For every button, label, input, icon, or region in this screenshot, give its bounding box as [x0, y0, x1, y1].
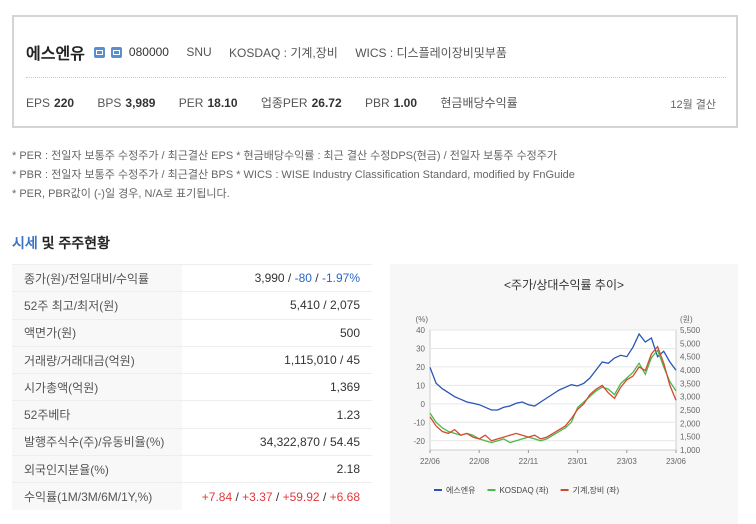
y-left-tick-label: -10 [413, 418, 425, 427]
row-label: 종가(원)/전일대비/수익률 [12, 263, 182, 292]
x-tick-label: 23/06 [666, 457, 687, 466]
return-1m: +7.84 [201, 489, 233, 504]
y-right-tick-label: 4,000 [680, 366, 701, 375]
company-eng: SNU [186, 45, 212, 59]
legend-label: 에스엔유 [446, 485, 475, 495]
row-label: 외국인지분율(%) [12, 455, 182, 483]
table-row: 시가총액(억원) 1,369 [12, 373, 372, 401]
row-value: 5,410 / 2,075 [182, 291, 372, 320]
table-row: 액면가(원) 500 [12, 318, 372, 347]
company-header-box [12, 15, 738, 128]
home-icon[interactable] [110, 46, 122, 58]
close-price: 3,990 [254, 271, 285, 286]
table-row: 52주베타 1.23 [12, 400, 372, 429]
y-right-tick-label: 1,000 [680, 446, 701, 455]
y-left-tick-label: -20 [413, 437, 425, 446]
y-left-tick-label: 20 [416, 363, 425, 372]
table-row: 수익률(1M/3M/6M/1Y,%) +7.84 / +3.37 / +59.9… [12, 482, 372, 510]
y-right-tick-label: 3,000 [680, 393, 701, 402]
row-label: 시가총액(억원) [12, 373, 182, 401]
metric-label: PBR [364, 96, 390, 110]
table-row: 거래량/거래대금(억원) 1,115,010 / 45 [12, 345, 372, 374]
header-divider [26, 77, 726, 78]
row-value: 1,369 [182, 373, 372, 401]
y-right-tick-label: 2,000 [680, 419, 701, 428]
chart-panel: <주가/상대수익률 추이> 40 30 20 10 0 -10 -20 5,500 5,000 4… [390, 264, 738, 524]
price-chart: 40 30 20 10 0 -10 -20 5,500 5,000 4,500 4,000 3,500… [413, 315, 701, 495]
section-title: 시세 및 주주현황 [12, 233, 110, 253]
table-row: 52주 최고/최저(원) 5,410 / 2,075 [12, 291, 372, 320]
metric-label: PER [178, 96, 204, 110]
metric-value: 1.00 [393, 96, 418, 110]
y-right-tick-label: 5,000 [680, 339, 701, 348]
table-row: 종가(원)/전일대비/수익률 3,990 / -80 / -1.97% [12, 263, 372, 292]
market-data-table: 종가(원)/전일대비/수익률 3,990 / -80 / -1.97% 52주 … [12, 263, 372, 510]
footnote: * PER, PBR값이 (-)일 경우, N/A로 표기됩니다. [12, 188, 230, 200]
metric-label: BPS [97, 96, 122, 110]
metric-label: 현금배당수익률 [440, 96, 518, 110]
y-right-tick-label: 4,500 [680, 353, 701, 362]
market-category: KOSDAQ : 기계,장비 [229, 45, 338, 60]
footnotes: * PER : 전일자 보통주 수정주가 / 최근결산 EPS * 현금배당수익… [12, 147, 575, 204]
metric-label: EPS [26, 96, 51, 110]
metric-value: 26.72 [311, 96, 342, 110]
row-value: 34,322,870 / 54.45 [182, 427, 372, 456]
x-tick-label: 22/11 [519, 457, 539, 466]
price-change: -80 [294, 271, 312, 286]
row-label: 52주베타 [12, 400, 182, 429]
row-value: +7.84 / +3.37 / +59.92 / +6.68 [182, 482, 372, 510]
metric-value: 220 [54, 96, 75, 110]
x-tick-label: 22/08 [469, 457, 490, 466]
metrics-row: EPS 220 BPS 3,989 PER 18.10 업종PER 26.72 PBR 1… [26, 94, 542, 111]
y-right-tick-label: 2,500 [680, 406, 701, 415]
y-right-tick-label: 3,500 [680, 379, 701, 388]
y-left-unit: (%) [416, 315, 429, 324]
metric-value: 3,989 [125, 96, 156, 110]
x-tick-label: 23/03 [617, 457, 638, 466]
row-label: 거래량/거래대금(억원) [12, 345, 182, 374]
y-right-tick-label: 5,500 [680, 326, 701, 335]
fiscal-year-end: 12월 결산 [670, 99, 716, 111]
row-label: 수익률(1M/3M/6M/1Y,%) [12, 482, 182, 510]
x-tick-label: 23/01 [568, 457, 589, 466]
y-left-tick-label: 40 [416, 326, 425, 335]
y-right-tick-label: 1,500 [680, 433, 701, 442]
footnote: * PBR : 전일자 보통주 수정주가 / 최근결산 BPS * WICS :… [12, 169, 575, 181]
y-right-unit: (원) [680, 315, 693, 324]
metric-label: 업종PER [260, 96, 308, 110]
y-left-tick-label: 10 [416, 381, 425, 390]
row-label: 52주 최고/최저(원) [12, 291, 182, 320]
return-1y: +6.68 [329, 489, 360, 504]
building-icon[interactable] [94, 46, 106, 58]
stock-code: 080000 [128, 45, 169, 59]
section-title-accent: 시세 [12, 235, 38, 251]
metric-value: 18.10 [207, 96, 238, 110]
price-change-rate: -1.97% [321, 271, 360, 286]
wics-category: WICS : 디스플레이장비및부품 [355, 45, 507, 60]
company-title-row: 에스엔유 080000 SNU KOSDAQ : 기계,장비 WICS : 디스… [26, 40, 521, 64]
y-left-tick-label: 30 [416, 344, 425, 353]
x-tick-label: 22/06 [420, 457, 441, 466]
table-row: 외국인지분율(%) 2.18 [12, 455, 372, 483]
footnote: * PER : 전일자 보통주 수정주가 / 최근결산 EPS * 현금배당수익… [12, 150, 558, 162]
table-row: 발행주식수(주)/유동비율(%) 34,322,870 / 54.45 [12, 427, 372, 456]
section-title-rest: 및 주주현황 [37, 235, 110, 251]
company-name: 에스엔유 [26, 46, 85, 63]
legend-label: 기계,장비 (좌) [573, 485, 620, 495]
row-value: 500 [182, 318, 372, 347]
row-label: 액면가(원) [12, 318, 182, 347]
row-value: 2.18 [182, 455, 372, 483]
row-value: 1,115,010 / 45 [182, 345, 372, 374]
return-6m: +59.92 [282, 489, 320, 504]
row-label: 발행주식수(주)/유동비율(%) [12, 427, 182, 456]
return-3m: +3.37 [242, 489, 273, 504]
row-value: 1.23 [182, 400, 372, 429]
y-left-tick-label: 0 [421, 400, 426, 409]
legend-label: KOSDAQ (좌) [499, 486, 548, 495]
row-value: 3,990 / -80 / -1.97% [182, 263, 372, 292]
